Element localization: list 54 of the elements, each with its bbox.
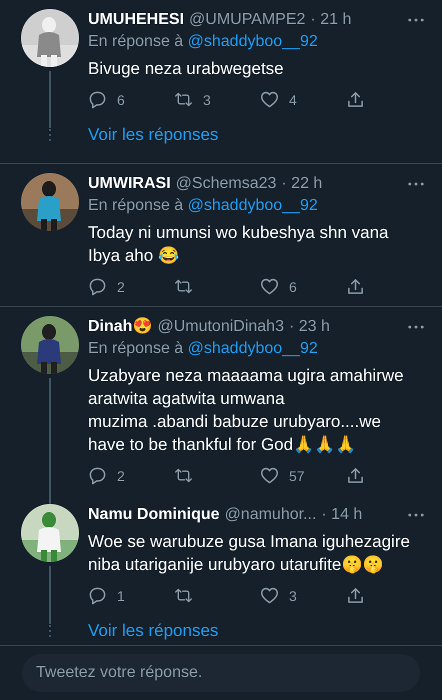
user-handle[interactable]: @namuhor... — [224, 504, 316, 526]
mention-link[interactable]: @shaddyboo__92 — [188, 33, 318, 50]
user-handle[interactable]: @UmutoniDinah3 — [157, 316, 284, 338]
more-icon[interactable] — [408, 513, 424, 517]
show-replies-link[interactable]: Voir les réponses — [88, 125, 218, 145]
reply-context: En réponse à @shaddyboo__92 — [88, 196, 319, 216]
reply-icon[interactable] — [88, 90, 107, 109]
heart-icon[interactable] — [260, 90, 279, 109]
share-icon[interactable] — [346, 277, 365, 296]
heart-icon[interactable] — [260, 466, 279, 485]
more-icon[interactable] — [408, 18, 424, 22]
more-icon[interactable] — [408, 325, 424, 329]
reply-icon[interactable] — [88, 466, 107, 485]
timestamp: · 22 h — [281, 174, 322, 194]
share-icon[interactable] — [346, 466, 365, 485]
user-name[interactable]: Dinah😍 — [88, 316, 152, 338]
mention-link[interactable]: @shaddyboo__92 — [188, 340, 318, 357]
reply-count: 2 — [117, 468, 125, 484]
reply-count: 1 — [117, 588, 125, 604]
reply-context: En réponse à @shaddyboo__92 — [88, 32, 319, 52]
user-handle[interactable]: @Schemsa23 — [176, 173, 276, 195]
user-name[interactable]: UMUHEHESI — [88, 9, 184, 31]
like-count: 4 — [289, 92, 297, 108]
heart-icon[interactable] — [260, 277, 279, 296]
retweet-icon[interactable] — [174, 586, 193, 605]
reply-icon[interactable] — [88, 586, 107, 605]
heart-icon[interactable] — [260, 586, 279, 605]
tweet-text: Today ni umunsi wo kubeshya shn vana Ibya aho 😂 — [88, 222, 390, 267]
retweet-icon[interactable] — [174, 277, 193, 296]
tweet-text: Uzabyare neza maaaama ugira amahirwe aratwita agatwita umwana muzima .abandi babuze urubyaro....we have to be thankful for God🙏🙏🙏 — [88, 365, 405, 456]
user-name[interactable]: UMWIRASI — [88, 173, 171, 195]
retweet-icon[interactable] — [174, 466, 193, 485]
share-icon[interactable] — [346, 586, 365, 605]
timestamp: · 21 h — [310, 10, 352, 30]
user-name[interactable]: Namu Dominique — [88, 504, 220, 526]
like-count: 3 — [289, 588, 297, 604]
timestamp: · 23 h — [288, 317, 330, 337]
mention-link[interactable]: @shaddyboo__92 — [188, 197, 318, 214]
tweet-text: Woe se warubuze gusa Imana iguhezagire niba utariganije urubyaro utarufite🤫🤫 — [88, 531, 411, 576]
share-icon[interactable] — [346, 90, 365, 109]
reply-icon[interactable] — [88, 277, 107, 296]
like-count: 57 — [289, 468, 305, 484]
user-handle[interactable]: @UMUPAMPE2 — [189, 9, 306, 31]
tweet-text: Bivuge neza urabwegetse — [88, 58, 285, 80]
reply-input-field[interactable]: Tweetez votre réponse. — [22, 654, 420, 692]
reply-context: En réponse à @shaddyboo__92 — [88, 339, 319, 359]
retweet-count: 3 — [203, 92, 211, 108]
retweet-icon[interactable] — [174, 90, 193, 109]
more-icon[interactable] — [408, 182, 424, 186]
show-replies-link[interactable]: Voir les réponses — [88, 621, 218, 641]
reply-count: 6 — [117, 92, 125, 108]
timestamp: · 14 h — [321, 505, 362, 525]
reply-count: 2 — [117, 278, 125, 294]
like-count: 6 — [289, 278, 297, 294]
